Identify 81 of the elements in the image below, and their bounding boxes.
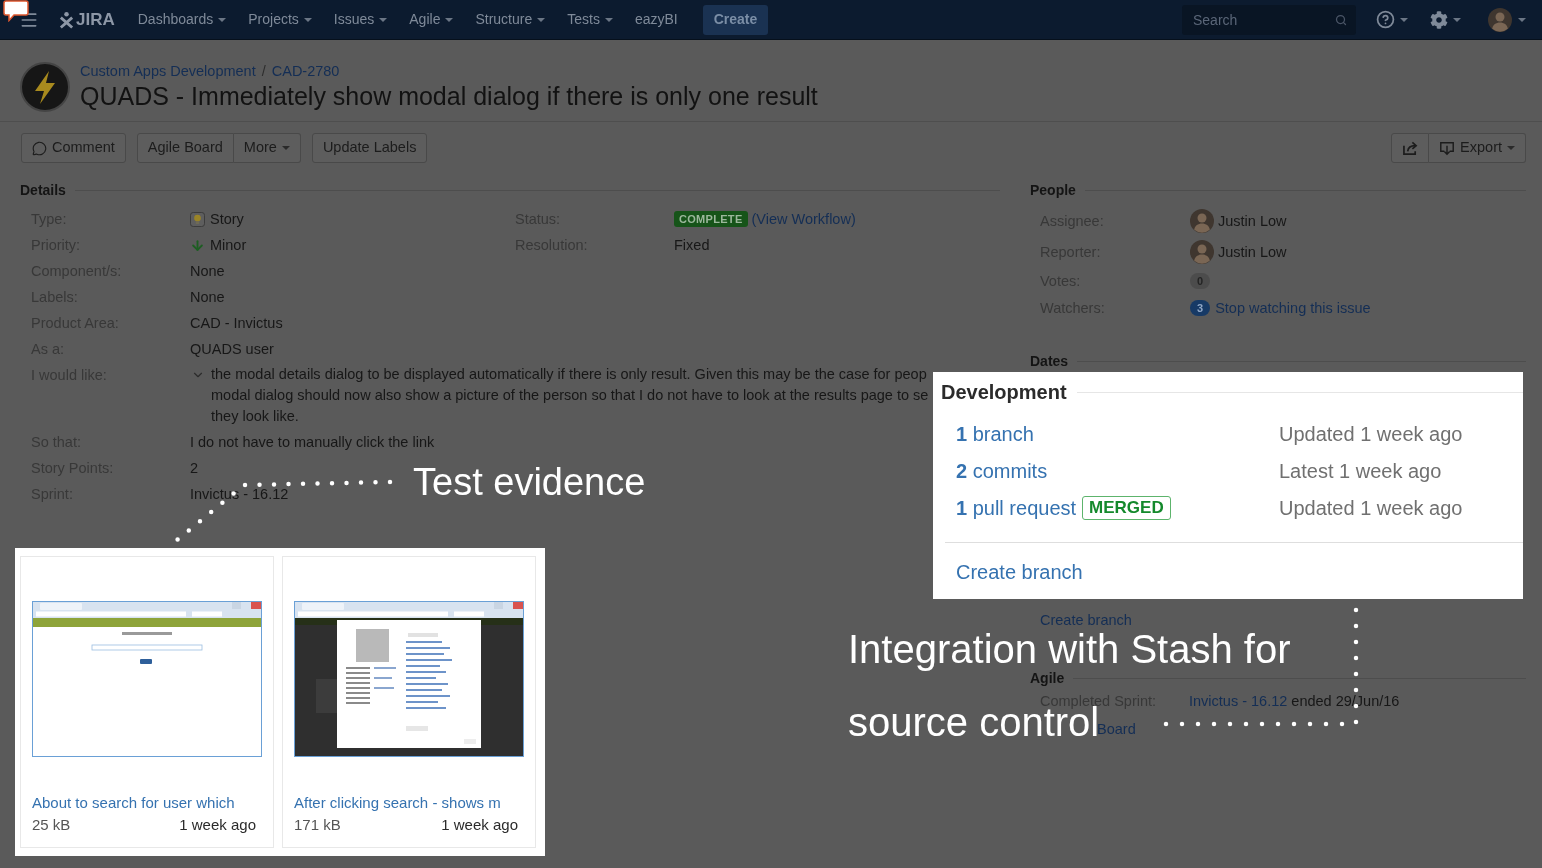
field-value: None	[190, 262, 225, 281]
lightbulb-icon	[190, 211, 205, 227]
toolbar-button[interactable]: Agile Board	[136, 133, 234, 163]
create-branch-link[interactable]: Create branch	[956, 560, 1083, 584]
help-menu-button[interactable]	[1376, 10, 1408, 29]
field-value: ended 29/Jun/16	[1291, 692, 1400, 710]
field-value: QUADS user	[190, 340, 274, 359]
search-field[interactable]: Search	[1182, 4, 1356, 35]
field-value: Minor	[210, 236, 247, 255]
field-value: None	[190, 288, 225, 307]
attachment-name-link[interactable]: After clicking search - shows m	[294, 793, 501, 813]
nav-menu-item[interactable]: Structure	[465, 0, 556, 40]
field-value: CAD - Invictus	[190, 314, 283, 333]
annotation-text: Integration with Stash for	[848, 629, 1291, 669]
upload-time-text: 1 week ago	[179, 815, 256, 835]
create-branch-link[interactable]: Create branch	[1040, 610, 1132, 630]
help-icon	[1376, 10, 1395, 29]
nav-menu-item[interactable]: Tests	[557, 0, 623, 40]
field-value: 2	[190, 459, 199, 478]
section-heading: Development	[941, 380, 1067, 404]
issue-title: QUADS - Immediately show modal dialog if there is only one result	[80, 81, 818, 111]
field-value: Fixed	[674, 236, 710, 255]
logo-icon	[58, 10, 75, 29]
view-workflow-link[interactable]: (View Workflow)	[751, 206, 856, 232]
stop-watching-link[interactable]: Stop watching this issue	[1215, 297, 1371, 318]
toolbar-button[interactable]: More	[233, 133, 301, 163]
search-icon	[1335, 13, 1347, 26]
user-avatar-icon	[1488, 7, 1512, 32]
speech-bubble-icon[interactable]	[3, 0, 29, 22]
dev-summary-link[interactable]: 2 commits	[956, 458, 1048, 483]
board-link[interactable]: Board	[1097, 720, 1136, 738]
lightning-bolt-icon[interactable]	[20, 62, 70, 112]
user-avatar-icon	[1190, 208, 1214, 233]
update-time-text: Updated 1 week ago	[1279, 495, 1463, 520]
toolbar-button[interactable]: Comment	[21, 133, 126, 163]
caret-icon	[1453, 17, 1461, 22]
sprint-link[interactable]: Invictus - 16.12	[1189, 692, 1288, 710]
share-icon	[1401, 140, 1419, 156]
breadcrumb-link[interactable]: CAD-2780	[271, 61, 340, 81]
user-name-link[interactable]: Justin Low	[1218, 241, 1287, 262]
section-heading: Details	[20, 183, 66, 197]
upload-time-text: 1 week ago	[441, 815, 518, 835]
count-badge: 3	[1190, 299, 1211, 316]
caret-icon	[1400, 17, 1408, 22]
section-heading: Agile	[1030, 671, 1065, 685]
annotation-text: Test evidence	[413, 463, 646, 501]
section-heading: People	[1030, 183, 1076, 197]
nav-menu-item[interactable]: eazyBI	[624, 0, 688, 40]
toolbar-button[interactable]: Update Labels	[311, 133, 428, 163]
field-value: Invictus - 16.12	[190, 485, 289, 504]
status-badge: COMPLETE	[674, 211, 748, 227]
arrow-down-icon	[190, 237, 205, 253]
browser-screenshot-drawing[interactable]	[294, 601, 524, 757]
dev-summary-link[interactable]: 1 pull request	[956, 495, 1077, 520]
nav-menu-item[interactable]: Agile	[399, 0, 464, 40]
attachment-name-link[interactable]: About to search for user which	[32, 793, 235, 813]
file-size-text: 171 kB	[294, 815, 341, 835]
field-value: Story	[210, 210, 244, 229]
breadcrumb-link[interactable]: Custom Apps Development	[80, 61, 256, 81]
settings-menu-button[interactable]	[1430, 10, 1461, 29]
section-heading: Dates	[1030, 354, 1069, 368]
user-menu-button[interactable]	[1488, 7, 1526, 32]
nav-menu-item[interactable]: Projects	[238, 0, 322, 40]
file-size-text: 25 kB	[32, 815, 71, 835]
update-time-text: Updated 1 week ago	[1279, 421, 1463, 446]
comment-icon	[32, 140, 47, 156]
breadcrumb-separator: /	[261, 62, 266, 81]
export-button[interactable]: Export	[1429, 133, 1526, 163]
monitor-arrow-icon	[1439, 140, 1456, 156]
nav-menu-item[interactable]: Issues	[323, 0, 398, 40]
logo-link[interactable]: JIRA	[58, 9, 115, 30]
share-button[interactable]	[1391, 133, 1430, 163]
status-badge: MERGED	[1082, 495, 1171, 520]
create-button[interactable]: Create	[702, 4, 769, 35]
dev-summary-link[interactable]: 1 branch	[956, 421, 1034, 446]
caret-icon	[1518, 17, 1526, 22]
settings-icon	[1430, 10, 1448, 29]
user-avatar-icon	[1190, 239, 1214, 264]
update-time-text: Latest 1 week ago	[1279, 458, 1442, 483]
nav-menu-item[interactable]: Dashboards	[127, 0, 237, 40]
user-name-link[interactable]: Justin Low	[1218, 210, 1287, 231]
